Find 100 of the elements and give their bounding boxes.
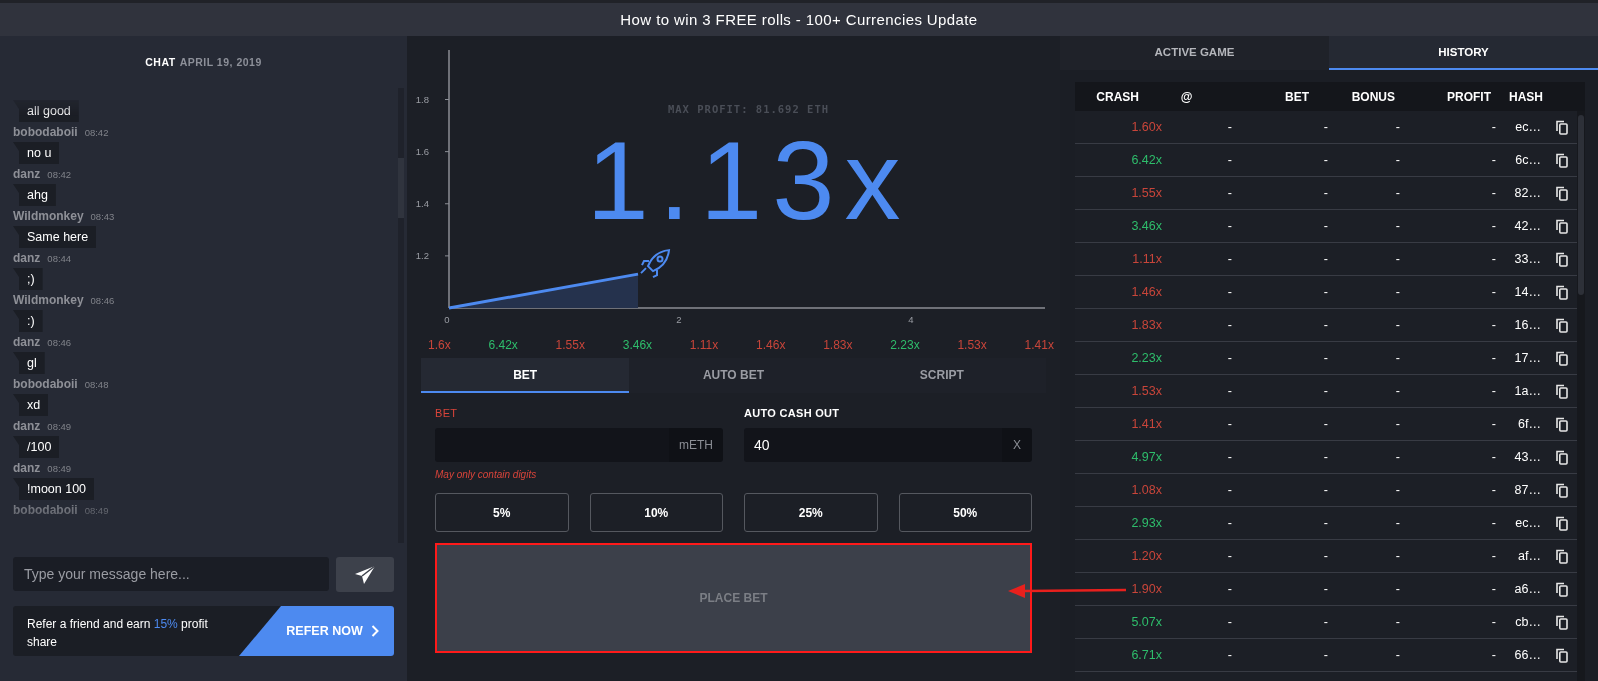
column-header[interactable]: BONUS <box>1309 89 1395 104</box>
table-cell-text: - <box>1226 120 1232 134</box>
auto-cash-out-field[interactable]: 40 <box>744 428 1002 462</box>
table-cell-text: - <box>1226 186 1232 200</box>
table-cell-text: - <box>1490 186 1496 200</box>
announcement-banner[interactable]: How to win 3 FREE rolls - 100+ Currencies Update <box>0 0 1598 36</box>
table-cell-text: 1.90x <box>1130 582 1162 596</box>
table-cell-text: - <box>1226 384 1232 398</box>
column-header[interactable]: @ <box>1139 89 1234 104</box>
table-cell-text: a6… <box>1513 582 1541 596</box>
percentage-button[interactable]: 5% <box>435 493 569 532</box>
table-cell-text: 6.71x <box>1130 648 1162 662</box>
table-cell-text: - <box>1394 615 1400 629</box>
table-cell-text: - <box>1490 153 1496 167</box>
table-cell-text: - <box>1226 417 1232 431</box>
percentage-button[interactable]: 10% <box>589 493 723 532</box>
recent-crash-value: 1.53x <box>957 338 987 352</box>
column-header[interactable]: BET <box>1234 89 1309 104</box>
message-time: 08:43 <box>90 211 115 222</box>
bet-mode-tab[interactable]: AUTO BET <box>629 358 838 393</box>
y-tick-label: 1.6 <box>415 146 429 158</box>
username[interactable]: Wildmonkey <box>13 209 84 223</box>
bet-mode-tab[interactable]: BET <box>421 358 630 393</box>
table-cell-text: - <box>1490 549 1496 563</box>
message-bubble: xd <box>13 394 49 416</box>
message-bubble: no u <box>13 142 60 164</box>
username[interactable]: Wildmonkey <box>13 293 84 307</box>
recent-crash-value: 1.55x <box>555 338 585 352</box>
table-cell-text: - <box>1394 219 1400 233</box>
chat-date: APRIL 19, 2019 <box>179 56 262 68</box>
table-cell-text: 1.83x <box>1130 318 1162 332</box>
table-cell-text: - <box>1490 615 1496 629</box>
table-cell-text: - <box>1394 417 1400 431</box>
history-tab[interactable]: HISTORY <box>1329 36 1598 70</box>
username[interactable]: danz <box>13 251 41 265</box>
table-cell-text: - <box>1322 285 1328 299</box>
table-cell-text: - <box>1394 318 1400 332</box>
table-cell-text: - <box>1322 384 1328 398</box>
table-cell-text: 82… <box>1513 186 1541 200</box>
percentage-button[interactable]: 50% <box>898 493 1032 532</box>
table-cell-text: 1.60x <box>1130 120 1162 134</box>
recent-crash-value: 1.41x <box>1024 338 1054 352</box>
message-time: 08:48 <box>84 379 109 390</box>
message-input[interactable]: Type your message here... <box>13 557 329 591</box>
table-cell-text: 1.11x <box>1131 252 1162 266</box>
y-tick-label: 1.2 <box>415 250 429 262</box>
validation-error: May only contain digits <box>435 469 538 480</box>
auto-cash-out-label: AUTO CASH OUT <box>744 407 841 419</box>
table-cell-text: 16… <box>1513 318 1541 332</box>
table-cell-text: - <box>1394 252 1400 266</box>
table-cell-text: - <box>1322 549 1328 563</box>
table-cell-text: - <box>1322 351 1328 365</box>
username[interactable]: danz <box>13 419 41 433</box>
table-cell-text: - <box>1490 384 1496 398</box>
column-header[interactable]: HASH <box>1491 89 1543 104</box>
recent-crash-value: 1.6x <box>428 338 451 352</box>
x-tick-label: 2 <box>676 314 682 325</box>
column-header[interactable]: PROFIT <box>1395 89 1491 104</box>
username[interactable]: bobodaboii <box>13 377 78 391</box>
table-cell-text: - <box>1226 285 1232 299</box>
table-cell-text: - <box>1394 483 1400 497</box>
username[interactable]: bobodaboii <box>13 125 78 139</box>
table-cell-text: 42… <box>1513 219 1541 233</box>
table-cell-text: - <box>1322 417 1328 431</box>
message-bubble: ;) <box>13 268 43 290</box>
table-cell-text: - <box>1394 648 1400 662</box>
table-cell-text: - <box>1226 153 1232 167</box>
column-header[interactable]: CRASH <box>1075 89 1139 104</box>
table-cell-text: - <box>1226 615 1232 629</box>
table-cell-text: - <box>1322 516 1328 530</box>
percentage-button[interactable]: 25% <box>744 493 878 532</box>
table-cell-text: 1.41x <box>1130 417 1162 431</box>
bet-mode-tab[interactable]: SCRIPT <box>837 358 1046 393</box>
username[interactable]: danz <box>13 335 41 349</box>
table-cell-text: - <box>1322 648 1328 662</box>
table-cell-text: - <box>1394 582 1400 596</box>
table-cell-text: 17… <box>1513 351 1541 365</box>
username[interactable]: danz <box>13 461 41 475</box>
message-bubble: Same here <box>13 226 97 248</box>
message-time: 08:46 <box>47 337 72 348</box>
table-cell-text: 3.46x <box>1130 219 1162 233</box>
username[interactable]: danz <box>13 167 41 181</box>
table-cell-text: - <box>1322 252 1328 266</box>
unit-label: mETH <box>669 428 723 462</box>
recent-crash-value: 6.42x <box>488 338 518 352</box>
history-tab[interactable]: ACTIVE GAME <box>1060 36 1329 70</box>
message-time: 08:49 <box>47 463 72 474</box>
table-cell-text: ec… <box>1514 120 1541 134</box>
table-cell-text: - <box>1490 516 1496 530</box>
message-time: 08:42 <box>47 169 72 180</box>
message-time: 08:46 <box>90 295 115 306</box>
table-cell-text: - <box>1226 483 1232 497</box>
y-tick-label: 1.4 <box>415 198 429 210</box>
table-cell-text: - <box>1490 450 1496 464</box>
table-cell-text: - <box>1322 120 1328 134</box>
table-cell-text: - <box>1394 351 1400 365</box>
table-cell-text: - <box>1490 120 1496 134</box>
message-time: 08:42 <box>84 127 109 138</box>
table-cell-text: - <box>1322 186 1328 200</box>
table-cell-text: - <box>1490 219 1496 233</box>
